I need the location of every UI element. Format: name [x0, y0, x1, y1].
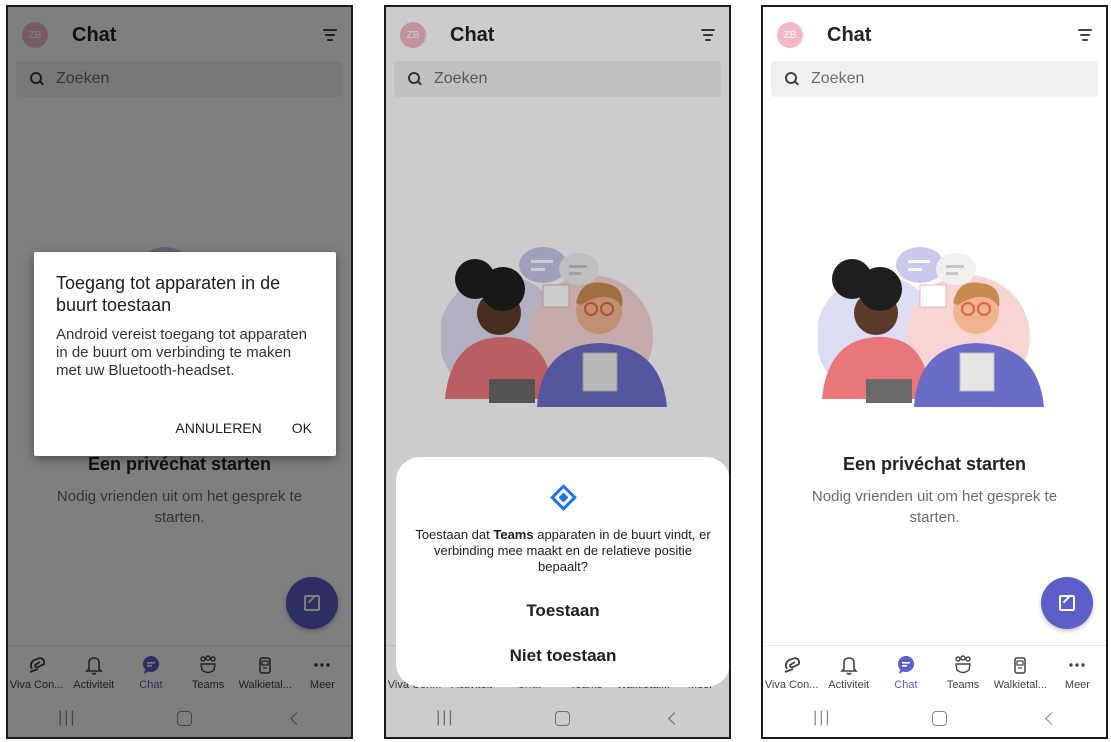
- bell-icon: [839, 657, 858, 675]
- nav-label: Teams: [946, 679, 980, 691]
- back-icon[interactable]: [1045, 711, 1058, 725]
- more-icon: [1069, 663, 1086, 667]
- nav-item-chat[interactable]: Chat: [877, 646, 934, 702]
- nearby-devices-dialog: Toegang tot apparaten in de buurt toesta…: [34, 252, 336, 456]
- permission-app-name: Teams: [493, 527, 534, 542]
- dialog-title: Toegang tot apparaten in de buurt toesta…: [56, 273, 281, 315]
- phone-screen-2: ZB Chat Zoeken Viva ||| Toestaan dat Tea…: [384, 5, 731, 739]
- nav-label: Meer: [1064, 679, 1090, 691]
- new-chat-button[interactable]: [1041, 577, 1093, 629]
- nav-item-more[interactable]: Meer: [1049, 646, 1106, 702]
- permission-message-prefix: Toestaan dat: [415, 527, 494, 542]
- nav-label: Viva Con...: [764, 679, 819, 691]
- nav-item-walkie-talkie[interactable]: Walkietal...: [992, 646, 1049, 702]
- nav-item-activity[interactable]: Activiteit: [820, 646, 877, 702]
- deny-button[interactable]: Niet toestaan: [396, 646, 729, 666]
- phone-screen-1: ZB Chat Zoeken: [6, 5, 353, 739]
- home-icon[interactable]: [931, 710, 947, 726]
- app-header: ZB Chat: [763, 7, 1106, 63]
- chat-icon: [897, 656, 914, 674]
- viva-connections-icon: [784, 657, 800, 673]
- empty-state-subtitle: Nodig vrienden uit om het gesprek te sta…: [811, 488, 1058, 526]
- dialog-body: Android vereist toegang tot apparaten in…: [56, 326, 308, 379]
- permission-sheet: Toestaan dat Teams apparaten in de buurt…: [396, 457, 729, 687]
- filter-icon[interactable]: [1078, 29, 1092, 41]
- phone-screen-3: ZB Chat Zoeken Een privéchat starten Nod…: [761, 5, 1108, 739]
- permission-message: Toestaan dat Teams apparaten in de buurt…: [414, 527, 712, 575]
- search-placeholder: Zoeken: [811, 70, 865, 87]
- empty-state-title: Een privéchat starten: [842, 454, 1027, 474]
- compose-icon: [1059, 595, 1075, 611]
- nav-item-viva[interactable]: Viva Con...: [763, 646, 820, 702]
- allow-button[interactable]: Toestaan: [396, 601, 729, 621]
- dialog-actions: ANNULEREN OK: [175, 420, 312, 436]
- recent-apps-icon[interactable]: |||: [813, 709, 831, 727]
- avatar[interactable]: ZB: [777, 22, 803, 48]
- cancel-button[interactable]: ANNULEREN: [175, 420, 261, 436]
- search-icon: [785, 72, 799, 86]
- nav-item-teams[interactable]: Teams: [935, 646, 992, 702]
- nav-label: Walkietal...: [993, 679, 1047, 691]
- bottom-nav: Viva Con... Activiteit Chat Teams Walkie…: [763, 645, 1106, 702]
- page-title: Chat: [827, 23, 872, 46]
- walkie-talkie-icon: [1014, 657, 1027, 674]
- system-nav-bar: |||: [763, 699, 1106, 737]
- chat-screen: ZB Chat Zoeken: [763, 7, 1106, 737]
- nav-label: Chat: [894, 679, 918, 691]
- ok-button[interactable]: OK: [292, 420, 312, 436]
- teams-icon: [955, 655, 971, 674]
- search-bar[interactable]: Zoeken: [771, 61, 1098, 97]
- nav-label: Activiteit: [828, 679, 870, 691]
- empty-state-illustration: [818, 247, 1044, 407]
- nearby-devices-icon: [549, 484, 577, 511]
